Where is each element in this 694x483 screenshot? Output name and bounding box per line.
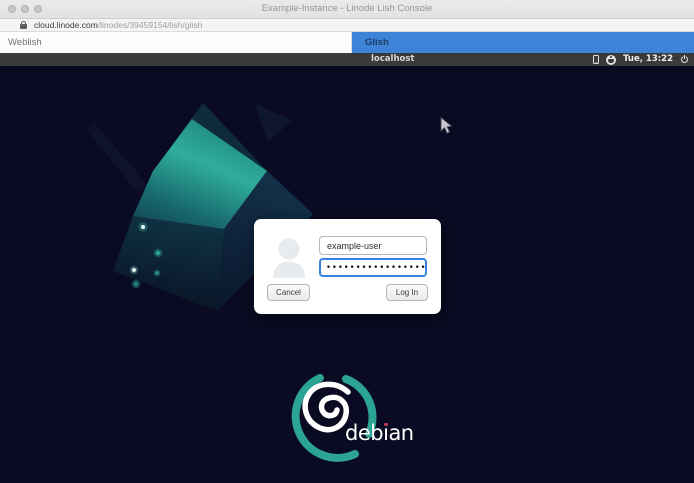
password-input[interactable]: •••••••••••••••••••• [319, 258, 427, 277]
tab-weblish-label: Weblish [8, 37, 42, 48]
tab-weblish[interactable]: Weblish [0, 32, 352, 53]
username-input[interactable]: example-user [319, 236, 427, 255]
window-titlebar: Example-Instance - Linode Lish Console [0, 0, 694, 19]
login-button[interactable]: Log In [386, 284, 428, 301]
gnome-status-area: Tue, 13:22 [593, 53, 689, 66]
window-title: Example-Instance - Linode Lish Console [0, 0, 694, 18]
mouse-cursor [440, 117, 454, 135]
wordmark-pre: deb [345, 421, 383, 445]
accessibility-icon[interactable] [606, 55, 616, 65]
wordmark-post: an [388, 421, 413, 445]
window-controls [8, 5, 42, 13]
gnome-top-bar: localhost Tue, 13:22 [0, 53, 694, 66]
wordmark-i-reddot: ı [383, 421, 388, 445]
accessibility-icon-body [608, 59, 613, 63]
zoom-window-button[interactable] [34, 5, 42, 13]
user-avatar-icon [271, 238, 307, 278]
minimize-window-button[interactable] [21, 5, 29, 13]
tab-glish[interactable]: Glish [352, 32, 694, 53]
power-icon[interactable] [680, 55, 689, 64]
lock-icon [20, 21, 27, 30]
lish-tab-bar: Weblish Glish [0, 32, 694, 53]
url-domain: cloud.linode.com [34, 20, 98, 30]
address-bar[interactable]: cloud.linode.com/linodes/39459154/lish/g… [0, 19, 694, 32]
debian-wordmark: debıan [345, 421, 414, 445]
url-path: /linodes/39459154/lish/glish [98, 20, 202, 30]
username-value: example-user [327, 241, 382, 251]
cancel-button[interactable]: Cancel [267, 284, 310, 301]
clock-label[interactable]: Tue, 13:22 [623, 53, 673, 66]
tab-glish-label: Glish [365, 37, 389, 48]
tablet-icon[interactable] [593, 55, 599, 64]
url-text: cloud.linode.com/linodes/39459154/lish/g… [34, 19, 202, 31]
debian-swirl-icon [270, 358, 430, 478]
screen: Example-Instance - Linode Lish Console c… [0, 0, 694, 483]
debian-logo: debıan [270, 358, 430, 478]
password-masked-value: •••••••••••••••••••• [326, 263, 427, 273]
accessibility-icon-head [610, 56, 613, 59]
glish-console-screen: example-user •••••••••••••••••••• Cancel… [0, 66, 694, 483]
hostname-label: localhost [371, 53, 414, 66]
close-window-button[interactable] [8, 5, 16, 13]
login-dialog: example-user •••••••••••••••••••• Cancel… [254, 219, 441, 314]
lock-body [20, 24, 27, 29]
